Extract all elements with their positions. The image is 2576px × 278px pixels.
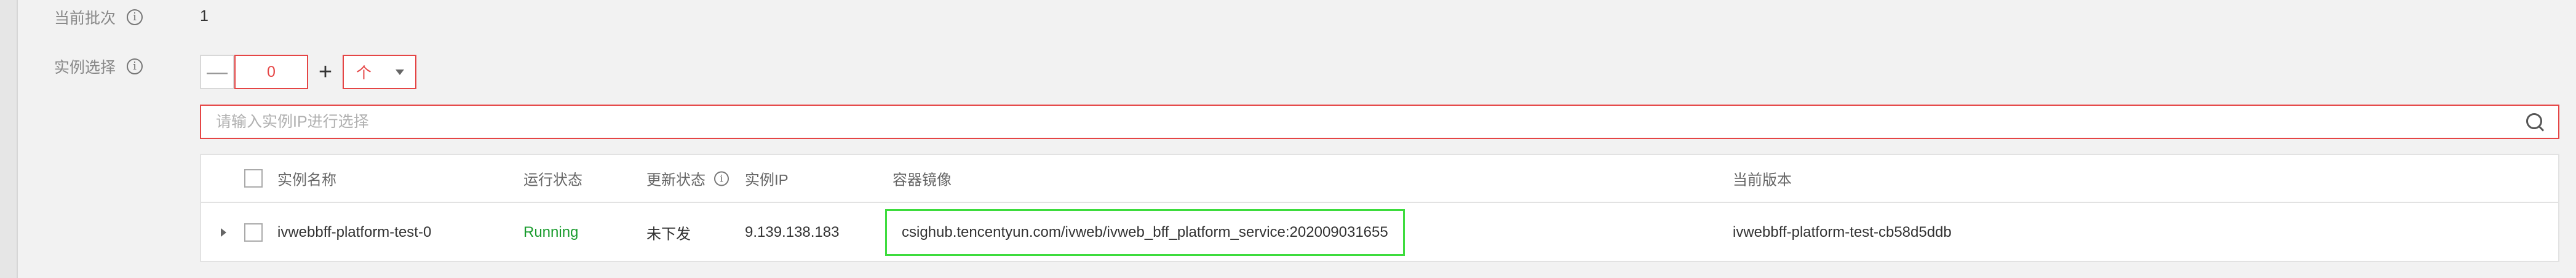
increment-button[interactable]: +	[308, 55, 343, 89]
caret-right-icon[interactable]	[221, 228, 226, 237]
left-panel-edge	[0, 0, 18, 278]
decrement-button[interactable]: —	[200, 55, 234, 89]
instance-select-label-group: 实例选择 i	[54, 55, 143, 77]
cell-version: ivwebbff-platform-test-cb58d5ddb	[1733, 224, 1952, 240]
instance-table: 实例名称 运行状态 更新状态 i 实例IP 容器镜像 当前版本 ivwebbff…	[200, 154, 2559, 262]
header-update-status-group: 更新状态 i	[646, 168, 729, 189]
cell-update-status: 未下发	[646, 226, 691, 243]
cell-image: csighub.tencentyun.com/ivweb/ivweb_bff_p…	[885, 209, 1405, 256]
header-name: 实例名称	[277, 172, 336, 189]
header-ip: 实例IP	[745, 172, 789, 189]
header-update-status: 更新状态	[646, 172, 706, 189]
current-batch-label-group: 当前批次 i	[54, 6, 143, 28]
cell-name: ivwebbff-platform-test-0	[277, 224, 432, 240]
table-header: 实例名称 运行状态 更新状态 i 实例IP 容器镜像 当前版本	[201, 155, 2558, 203]
chevron-down-icon	[396, 69, 404, 75]
info-circle-icon[interactable]: i	[714, 171, 729, 186]
table-row[interactable]: ivwebbff-platform-test-0 Running 未下发 9.1…	[201, 203, 2558, 262]
current-batch-label: 当前批次	[54, 10, 116, 27]
select-all-checkbox[interactable]	[244, 169, 263, 188]
header-version: 当前版本	[1733, 172, 1792, 189]
instance-count-input[interactable]: 0	[234, 55, 308, 89]
instance-ip-search	[200, 105, 2559, 139]
instance-select-label: 实例选择	[54, 59, 116, 76]
instance-count-stepper: — 0 + 个	[200, 55, 416, 89]
header-image: 容器镜像	[892, 172, 952, 189]
search-icon[interactable]	[2525, 112, 2545, 132]
current-batch-value: 1	[200, 7, 209, 25]
row-checkbox[interactable]	[244, 223, 263, 242]
unit-select-value: 个	[356, 65, 372, 82]
header-run-status: 运行状态	[523, 172, 582, 189]
info-circle-icon[interactable]: i	[127, 9, 143, 25]
instance-ip-search-input[interactable]	[215, 112, 2525, 132]
unit-select[interactable]: 个	[343, 55, 416, 89]
cell-run-status: Running	[523, 224, 579, 240]
cell-ip: 9.139.138.183	[745, 224, 840, 240]
info-circle-icon[interactable]: i	[127, 58, 143, 74]
